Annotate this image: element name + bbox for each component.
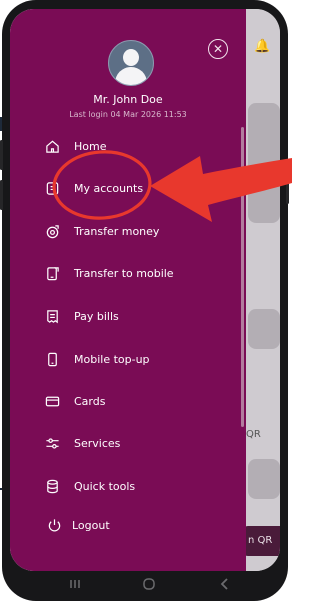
annotation-circle xyxy=(52,150,152,220)
annotation-arrow xyxy=(150,156,292,222)
annotation-overlay xyxy=(52,150,292,222)
